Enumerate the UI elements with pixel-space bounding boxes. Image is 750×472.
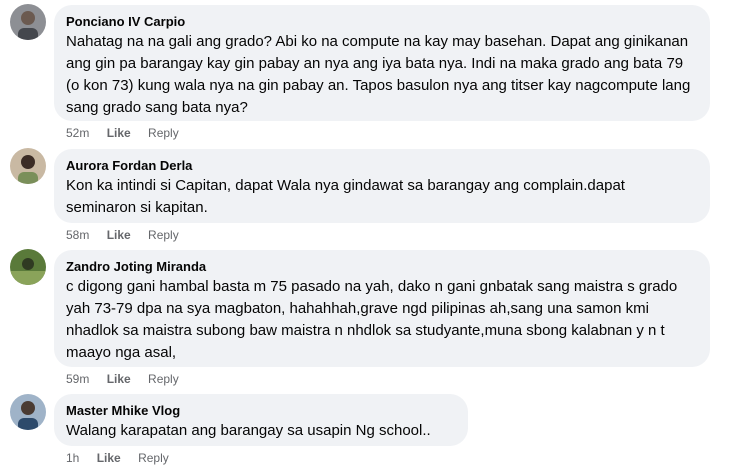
like-button[interactable]: Like	[107, 228, 131, 242]
comment-time[interactable]: 52m	[66, 126, 89, 140]
reply-button[interactable]: Reply	[148, 372, 179, 386]
like-button[interactable]: Like	[107, 126, 131, 140]
comment-actions: 1h Like Reply	[66, 450, 183, 466]
comment-actions: 59m Like Reply	[66, 371, 193, 387]
comment-author[interactable]: Aurora Fordan Derla	[66, 157, 698, 174]
comment-bubble: Master Mhike Vlog Walang karapatan ang b…	[54, 394, 468, 446]
reply-button[interactable]: Reply	[148, 126, 179, 140]
comment-actions: 52m Like Reply	[66, 125, 193, 141]
like-button[interactable]: Like	[107, 372, 131, 386]
comment-bubble: Aurora Fordan Derla Kon ka intindi si Ca…	[54, 149, 710, 223]
comment-author[interactable]: Zandro Joting Miranda	[66, 258, 698, 275]
comment-text: Nahatag na na gali ang grado? Abi ko na …	[66, 33, 691, 116]
comment-text: Walang karapatan ang barangay sa usapin …	[66, 422, 431, 439]
avatar[interactable]	[10, 148, 46, 184]
comment-bubble: Ponciano IV Carpio Nahatag na na gali an…	[54, 5, 710, 121]
profile-photo-icon	[10, 148, 46, 184]
profile-photo-icon	[10, 394, 46, 430]
like-button[interactable]: Like	[97, 451, 121, 465]
comment-time[interactable]: 58m	[66, 228, 89, 242]
comment-text: c digong gani hambal basta m 75 pasado n…	[66, 278, 678, 361]
comment-time[interactable]: 59m	[66, 372, 89, 386]
avatar[interactable]	[10, 249, 46, 285]
profile-photo-icon	[10, 249, 46, 285]
profile-photo-icon	[10, 4, 46, 40]
avatar[interactable]	[10, 4, 46, 40]
reply-button[interactable]: Reply	[148, 228, 179, 242]
reply-button[interactable]: Reply	[138, 451, 169, 465]
comment-author[interactable]: Master Mhike Vlog	[66, 402, 456, 419]
comment-actions: 58m Like Reply	[66, 227, 193, 243]
avatar[interactable]	[10, 394, 46, 430]
comment-time[interactable]: 1h	[66, 451, 79, 465]
comment-text: Kon ka intindi si Capitan, dapat Wala ny…	[66, 177, 625, 216]
comment-bubble: Zandro Joting Miranda c digong gani hamb…	[54, 250, 710, 367]
comment-author[interactable]: Ponciano IV Carpio	[66, 13, 698, 30]
